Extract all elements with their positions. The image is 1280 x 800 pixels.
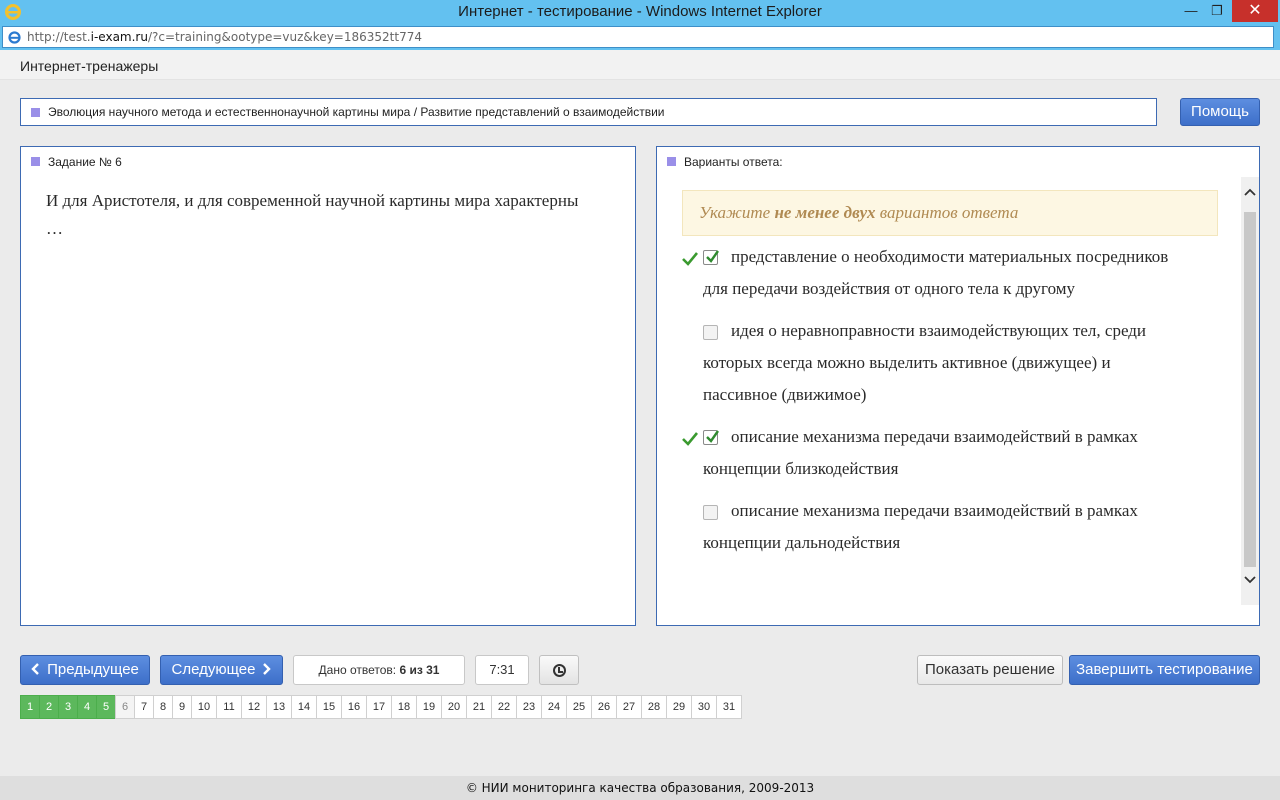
page-5[interactable]: 5 [96,695,116,719]
url-field[interactable]: http://test.i-exam.ru/?c=training&ootype… [2,26,1274,48]
page-17[interactable]: 17 [366,695,392,719]
page-26[interactable]: 26 [591,695,617,719]
answers-scrollbar[interactable] [1241,177,1259,605]
page-3[interactable]: 3 [58,695,78,719]
page-13[interactable]: 13 [266,695,292,719]
option-2-checkbox[interactable] [703,325,718,340]
option-1-label: представление о необходимости материальн… [703,247,1169,298]
page-28[interactable]: 28 [641,695,667,719]
internet-explorer-favicon-icon [8,31,21,44]
answers-panel: Варианты ответа: Укажите не менее двух в… [656,146,1260,626]
page-14[interactable]: 14 [291,695,317,719]
topic-bar: Эволюция научного метода и естественнона… [20,98,1157,126]
correct-tick-icon [682,432,699,446]
option-2-label: идея о неравноправности взаимодействующи… [703,321,1147,404]
chevron-left-icon [31,663,39,675]
page-30[interactable]: 30 [691,695,717,719]
clock-icon [553,664,566,677]
page-19[interactable]: 19 [416,695,442,719]
url-text: http://test.i-exam.ru/?c=training&ootype… [27,30,422,44]
clock-button[interactable] [539,655,579,685]
page-23[interactable]: 23 [516,695,542,719]
page-9[interactable]: 9 [172,695,192,719]
question-pagination: 1 2 3 4 5 6 7 8 9 10 11 12 13 14 15 16 17 18 19 20 21 22 23 24 2… [20,695,742,719]
page-4[interactable]: 4 [77,695,97,719]
square-marker-icon [667,157,676,166]
answers-title: Варианты ответа: [667,155,783,169]
next-button[interactable]: Следующее [160,655,283,685]
app-header-title: Интернет-тренажеры [20,58,159,74]
page-8[interactable]: 8 [153,695,173,719]
task-panel: Задание № 6 И для Аристотеля, и для совр… [20,146,636,626]
topic-text: Эволюция научного метода и естественнона… [48,105,665,119]
option-3-checkbox[interactable] [703,430,719,445]
help-button[interactable]: Помощь [1180,98,1260,126]
scroll-up-icon[interactable] [1241,187,1259,201]
show-solution-button[interactable]: Показать решение [917,655,1063,685]
answer-option-2[interactable]: идея о неравноправности взаимодействующи… [703,315,1183,411]
option-4-checkbox[interactable] [703,505,718,520]
timer: 7:31 [475,655,529,685]
answered-count: Дано ответов: 6 из 31 [293,655,465,685]
close-button[interactable]: ✕ [1232,0,1278,22]
page-31[interactable]: 31 [716,695,742,719]
question-text: И для Аристотеля, и для современной науч… [46,191,579,238]
page-12[interactable]: 12 [241,695,267,719]
answer-hint: Укажите не менее двух вариантов ответа [682,190,1218,236]
scroll-down-icon[interactable] [1241,575,1259,589]
page-2[interactable]: 2 [39,695,59,719]
page-16[interactable]: 16 [341,695,367,719]
option-3-label: описание механизма передачи взаимодейств… [703,427,1138,478]
option-1-checkbox[interactable] [703,250,719,265]
finish-test-button[interactable]: Завершить тестирование [1069,655,1260,685]
page-1[interactable]: 1 [20,695,40,719]
answer-option-1[interactable]: представление о необходимости материальн… [703,241,1183,305]
page-27[interactable]: 27 [616,695,642,719]
page-21[interactable]: 21 [466,695,492,719]
window-title: Интернет - тестирование - Windows Intern… [458,3,822,20]
page-24[interactable]: 24 [541,695,567,719]
previous-button[interactable]: Предыдущее [20,655,150,685]
page-10[interactable]: 10 [191,695,217,719]
window-titlebar: Интернет - тестирование - Windows Intern… [0,0,1280,24]
square-marker-icon [31,157,40,166]
page-29[interactable]: 29 [666,695,692,719]
page-6[interactable]: 6 [115,695,135,719]
minimize-button[interactable]: — [1178,0,1204,22]
answer-option-3[interactable]: описание механизма передачи взаимодейств… [703,421,1183,485]
app-header: Интернет-тренажеры [0,50,1280,80]
address-bar: http://test.i-exam.ru/?c=training&ootype… [0,24,1280,50]
maximize-button[interactable]: ❐ [1204,0,1230,22]
page-11[interactable]: 11 [216,695,242,719]
square-marker-icon [31,108,40,117]
page-18[interactable]: 18 [391,695,417,719]
chevron-right-icon [263,663,272,675]
page-25[interactable]: 25 [566,695,592,719]
scroll-thumb[interactable] [1244,212,1256,567]
page-7[interactable]: 7 [134,695,154,719]
footer-copyright: © НИИ мониторинга качества образования, … [0,776,1280,800]
correct-tick-icon [682,252,699,266]
page-22[interactable]: 22 [491,695,517,719]
answer-option-4[interactable]: описание механизма передачи взаимодейств… [703,495,1183,559]
page-20[interactable]: 20 [441,695,467,719]
task-title: Задание № 6 [31,155,122,169]
option-4-label: описание механизма передачи взаимодейств… [703,501,1138,552]
page-15[interactable]: 15 [316,695,342,719]
